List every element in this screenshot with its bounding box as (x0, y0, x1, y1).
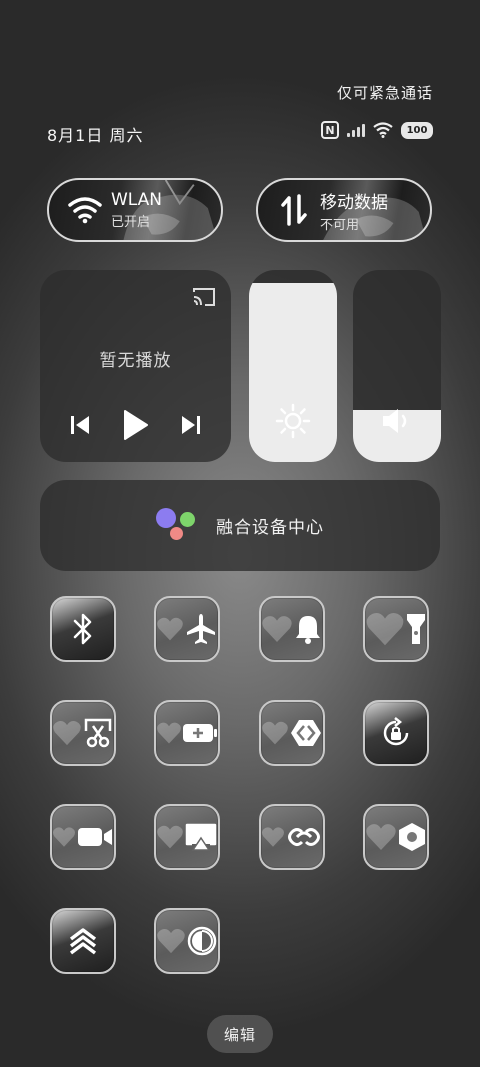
toggle-rotation-lock[interactable] (363, 700, 429, 766)
battery-icon: 100 (401, 121, 433, 139)
status-icons: N 100 (321, 121, 433, 139)
device-center-card[interactable]: 融合设备中心 (40, 480, 440, 571)
airplane-icon (184, 612, 218, 646)
wifi-icon (373, 122, 393, 138)
wifi-icon (59, 180, 111, 240)
mobile-data-status: 不可用 (320, 217, 360, 233)
link-icon (285, 824, 323, 850)
mobile-data-title: 移动数据 (320, 192, 388, 213)
bluetooth-icon (70, 612, 96, 646)
volume-icon (383, 409, 407, 433)
toggle-screen-record[interactable] (50, 804, 116, 870)
nfc-settings-icon (397, 821, 427, 853)
signal-icon (347, 123, 365, 137)
share-icon (67, 925, 99, 957)
toggle-share[interactable] (50, 908, 116, 974)
screen-record-icon (76, 825, 114, 849)
hotspot-icon (289, 718, 323, 748)
wlan-toggle[interactable]: WLAN 已开启 (47, 178, 223, 242)
toggle-battery-saver[interactable] (154, 700, 220, 766)
date-label: 8月1日 周六 (47, 126, 144, 145)
edit-button[interactable]: 编辑 (207, 1015, 273, 1053)
bell-icon (293, 613, 323, 645)
device-center-icon (156, 507, 198, 544)
toggle-flashlight[interactable] (363, 596, 429, 662)
toggle-link[interactable] (259, 804, 325, 870)
previous-track-icon[interactable] (69, 415, 91, 435)
wlan-status: 已开启 (111, 215, 151, 230)
toggle-screenshot[interactable] (50, 700, 116, 766)
toggle-hotspot[interactable] (259, 700, 325, 766)
toggle-airplane[interactable] (154, 596, 220, 662)
toggle-nfc-settings[interactable] (363, 804, 429, 870)
device-center-label: 融合设备中心 (216, 518, 324, 538)
media-player-card[interactable]: 暂无播放 (40, 270, 231, 462)
nfc-icon: N (321, 121, 339, 139)
data-arrows-icon (268, 180, 320, 240)
toggle-screen-cast[interactable] (154, 804, 220, 870)
flashlight-icon (405, 612, 427, 646)
toggle-dark-mode[interactable] (154, 908, 220, 974)
next-track-icon[interactable] (180, 415, 202, 435)
emergency-call-status: 仅可紧急通话 (336, 84, 433, 102)
toggle-bell[interactable] (259, 596, 325, 662)
wlan-title: WLAN (111, 190, 163, 210)
brightness-icon (275, 403, 311, 439)
mobile-data-toggle[interactable]: 移动数据 不可用 (256, 178, 432, 242)
cast-icon[interactable] (191, 286, 217, 312)
toggle-bluetooth[interactable] (50, 596, 116, 662)
screenshot-icon (82, 717, 114, 749)
dark-mode-icon (186, 925, 218, 957)
screen-cast-icon (184, 822, 218, 852)
battery-saver-icon (182, 722, 218, 744)
play-icon[interactable] (121, 409, 149, 441)
volume-slider[interactable] (353, 270, 441, 462)
media-status: 暂无播放 (99, 351, 172, 371)
rotation-lock-icon (379, 716, 413, 750)
brightness-slider[interactable] (249, 270, 337, 462)
